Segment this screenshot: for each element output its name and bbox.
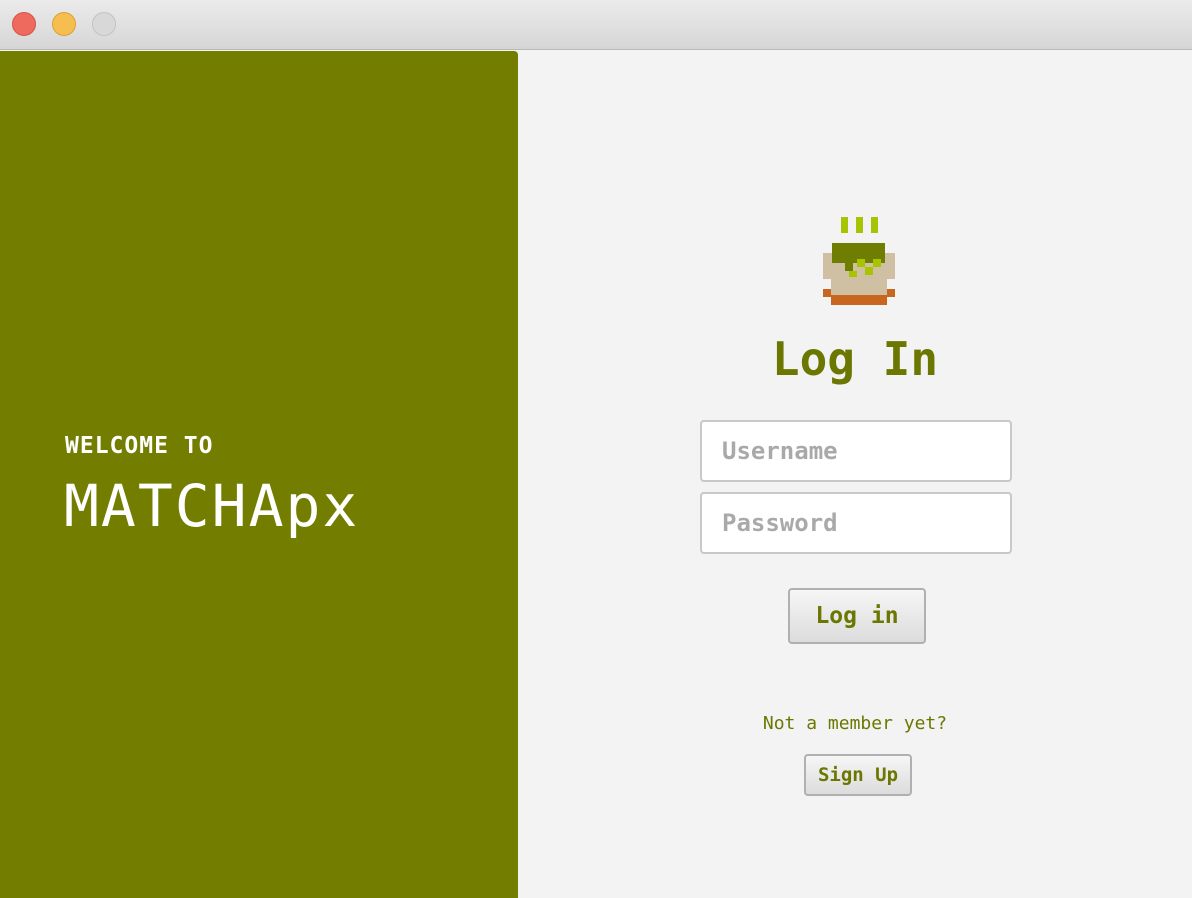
close-button[interactable] bbox=[12, 12, 36, 36]
login-button[interactable]: Log in bbox=[788, 588, 926, 644]
welcome-text: WELCOME TO bbox=[65, 433, 214, 459]
app-window: WELCOME TO MATCHApx Log In Log i bbox=[0, 0, 1192, 898]
username-input[interactable] bbox=[700, 420, 1012, 482]
signup-button[interactable]: Sign Up bbox=[804, 754, 912, 796]
minimize-button[interactable] bbox=[52, 12, 76, 36]
login-title: Log In bbox=[771, 332, 939, 386]
welcome-panel: WELCOME TO MATCHApx bbox=[0, 51, 518, 898]
password-input[interactable] bbox=[700, 492, 1012, 554]
login-panel: Log In Log in Not a member yet? Sign Up bbox=[518, 51, 1192, 898]
zoom-button[interactable] bbox=[92, 12, 116, 36]
title-bar bbox=[0, 0, 1192, 50]
brand-title: MATCHApx bbox=[64, 472, 360, 540]
matcha-cup-icon bbox=[823, 217, 895, 305]
signup-prompt: Not a member yet? bbox=[762, 713, 948, 734]
